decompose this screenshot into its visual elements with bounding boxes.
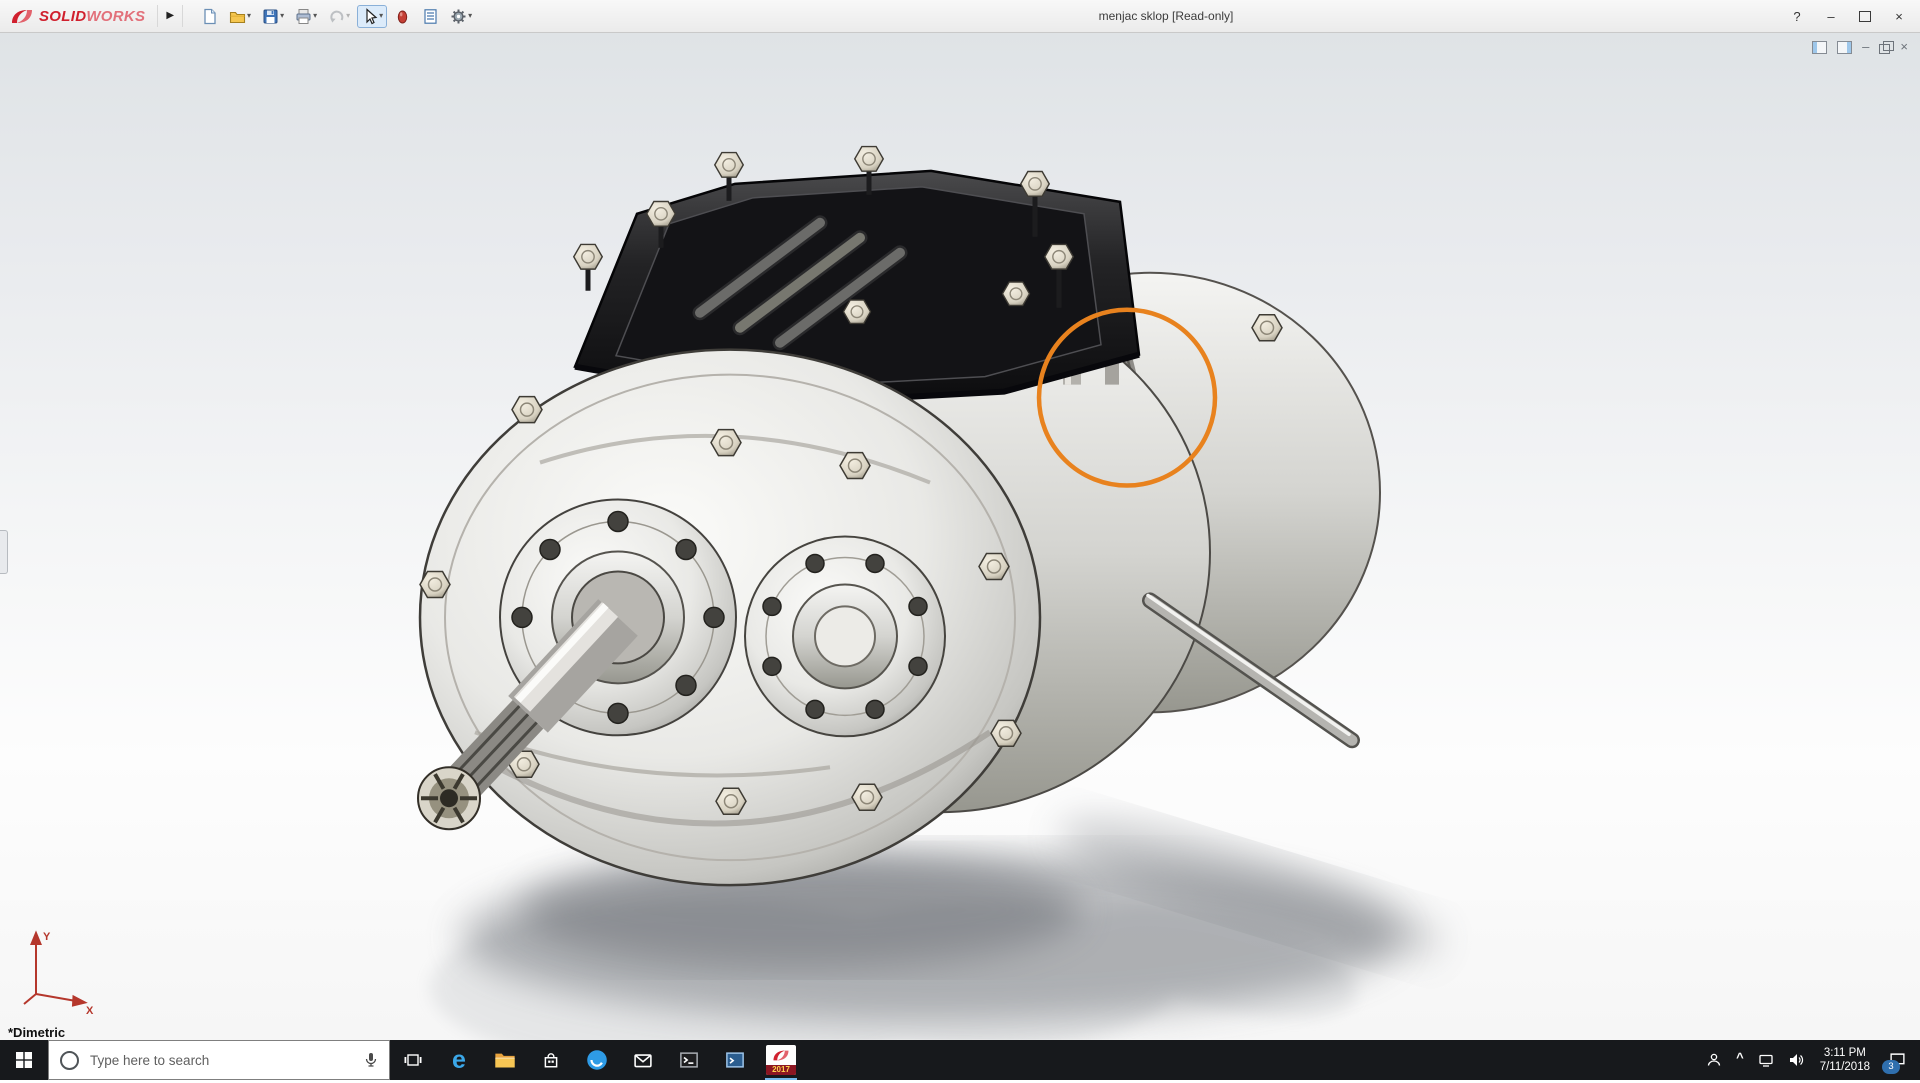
blue-circle-app-icon bbox=[586, 1049, 608, 1071]
menu-expand-button[interactable]: ▶ bbox=[157, 5, 183, 27]
tray-overflow-button[interactable]: ^ bbox=[1729, 1038, 1751, 1083]
display-pane-icon bbox=[1812, 41, 1827, 54]
app-window-icon bbox=[725, 1051, 745, 1069]
action-center-button[interactable]: 3 bbox=[1879, 1040, 1916, 1080]
taskbar-app-blue-circle[interactable] bbox=[574, 1040, 620, 1080]
cortana-ring-icon bbox=[60, 1051, 79, 1070]
display-pane-toggle[interactable] bbox=[1812, 41, 1827, 54]
gearbox-model bbox=[418, 147, 1380, 886]
file-properties-icon bbox=[422, 8, 439, 25]
print-button[interactable]: ▾ bbox=[291, 5, 321, 28]
volume-button[interactable] bbox=[1781, 1040, 1811, 1080]
network-icon bbox=[1758, 1052, 1774, 1068]
cursor-icon bbox=[361, 8, 378, 25]
gearbox-3d-canvas[interactable] bbox=[0, 33, 1920, 1040]
dropdown-icon[interactable]: ▾ bbox=[346, 11, 350, 21]
clock-date: 7/11/2018 bbox=[1820, 1060, 1870, 1074]
hub-right bbox=[745, 537, 945, 737]
dropdown-icon[interactable]: ▾ bbox=[313, 11, 317, 21]
document-window-controls: – × bbox=[1812, 40, 1908, 54]
titlebar: SOLIDWORKS ▶ ▾ ▾ bbox=[0, 0, 1920, 33]
save-button[interactable]: ▾ bbox=[258, 5, 288, 28]
people-button[interactable] bbox=[1699, 1040, 1729, 1080]
clock-time: 3:11 PM bbox=[1824, 1046, 1866, 1060]
person-icon bbox=[1706, 1052, 1722, 1068]
windows-taskbar: e bbox=[0, 1040, 1920, 1080]
search-input[interactable] bbox=[88, 1052, 353, 1069]
taskbar-app-file-explorer[interactable] bbox=[482, 1040, 528, 1080]
mail-icon bbox=[633, 1052, 653, 1069]
solidworks-version-label: 2017 bbox=[766, 1065, 796, 1075]
featuremanager-flyout-handle[interactable] bbox=[0, 530, 8, 574]
open-button[interactable]: ▾ bbox=[225, 5, 255, 28]
new-document-button[interactable] bbox=[197, 5, 222, 28]
taskbar-app-edge[interactable]: e bbox=[436, 1040, 482, 1080]
view-orientation-label: *Dimetric bbox=[8, 1025, 65, 1040]
dropdown-icon[interactable]: ▾ bbox=[468, 11, 472, 21]
rebuild-icon bbox=[394, 8, 411, 25]
gear-icon bbox=[450, 8, 467, 25]
windows-logo-icon bbox=[16, 1052, 32, 1068]
options-button[interactable]: ▾ bbox=[446, 5, 476, 28]
taskbar-app-store[interactable] bbox=[528, 1040, 574, 1080]
file-explorer-icon bbox=[494, 1051, 516, 1069]
doc-restore-button[interactable] bbox=[1879, 41, 1890, 54]
select-tool-button[interactable]: ▾ bbox=[357, 5, 387, 28]
doc-minimize-button[interactable]: – bbox=[1862, 40, 1869, 54]
solidworks-app-logo-mark bbox=[772, 1049, 790, 1062]
undo-icon bbox=[328, 8, 345, 25]
solidworks-app-icon: 2017 bbox=[766, 1045, 796, 1075]
task-view-button[interactable] bbox=[390, 1040, 436, 1080]
taskbar-app-window[interactable] bbox=[712, 1040, 758, 1080]
task-pane-toggle[interactable] bbox=[1837, 41, 1852, 54]
reference-triad: Y X bbox=[16, 924, 100, 1016]
terminal-icon bbox=[679, 1051, 699, 1069]
taskbar-clock[interactable]: 3:11 PM 7/11/2018 bbox=[1811, 1040, 1879, 1080]
maximize-icon bbox=[1859, 11, 1871, 22]
doc-close-button[interactable]: × bbox=[1900, 40, 1908, 54]
window-title: menjac sklop [Read-only] bbox=[1099, 0, 1234, 32]
dropdown-icon[interactable]: ▾ bbox=[280, 11, 284, 21]
solidworks-logo-mark bbox=[10, 8, 34, 25]
store-icon bbox=[542, 1051, 560, 1069]
solidworks-wordmark: SOLIDWORKS bbox=[39, 8, 145, 25]
print-icon bbox=[295, 8, 312, 25]
quick-access-toolbar: ▾ ▾ ▾ ▾ bbox=[197, 5, 476, 28]
taskbar-app-solidworks[interactable]: 2017 bbox=[758, 1040, 804, 1080]
graphics-area[interactable]: – × Y X *Dimetric bbox=[0, 33, 1920, 1040]
network-button[interactable] bbox=[1751, 1040, 1781, 1080]
taskbar-search[interactable] bbox=[48, 1040, 390, 1080]
undo-button[interactable]: ▾ bbox=[324, 5, 354, 28]
minimize-button[interactable]: – bbox=[1816, 4, 1846, 28]
save-icon bbox=[262, 8, 279, 25]
edge-icon: e bbox=[452, 1046, 466, 1074]
start-button[interactable] bbox=[0, 1040, 48, 1080]
notification-badge: 3 bbox=[1882, 1060, 1900, 1074]
close-button[interactable]: × bbox=[1884, 4, 1914, 28]
restore-icon bbox=[1879, 44, 1890, 54]
dropdown-icon[interactable]: ▾ bbox=[247, 11, 251, 21]
task-pane-icon bbox=[1837, 41, 1852, 54]
new-document-icon bbox=[201, 8, 218, 25]
maximize-button[interactable] bbox=[1850, 4, 1880, 28]
solidworks-logo: SOLIDWORKS bbox=[10, 8, 145, 25]
microphone-icon[interactable] bbox=[363, 1052, 379, 1068]
speaker-icon bbox=[1788, 1052, 1804, 1068]
task-view-icon bbox=[404, 1052, 422, 1068]
dropdown-icon[interactable]: ▾ bbox=[379, 11, 383, 21]
file-properties-button[interactable] bbox=[418, 5, 443, 28]
triad-x-label: X bbox=[86, 1005, 94, 1016]
window-controls: ? – × bbox=[1782, 0, 1914, 32]
taskbar-app-mail[interactable] bbox=[620, 1040, 666, 1080]
taskbar-app-terminal[interactable] bbox=[666, 1040, 712, 1080]
open-folder-icon bbox=[229, 8, 246, 25]
system-tray: ^ 3:11 PM 7/11/2018 3 bbox=[1699, 1040, 1920, 1080]
help-button[interactable]: ? bbox=[1782, 4, 1812, 28]
triad-y-label: Y bbox=[43, 931, 51, 943]
rebuild-button[interactable] bbox=[390, 5, 415, 28]
